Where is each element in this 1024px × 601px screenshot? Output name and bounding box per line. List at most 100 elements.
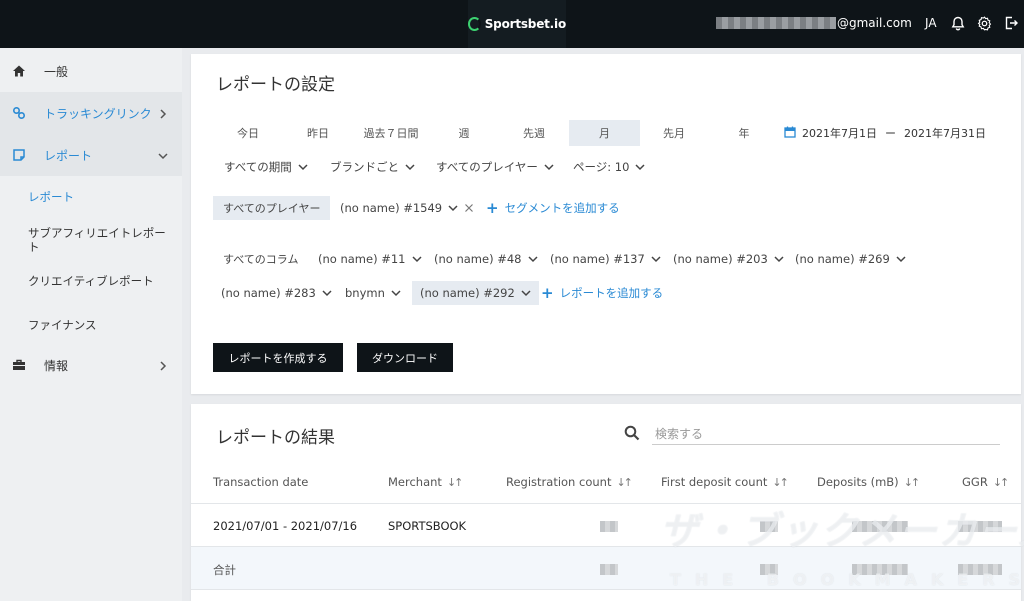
column-select[interactable]: bnymn: [345, 281, 401, 305]
chevron-down-icon: [635, 164, 645, 171]
add-report-label: レポートを追加する: [559, 286, 664, 300]
chevron-right-icon: [158, 108, 168, 119]
create-report-button[interactable]: レポートを作成する: [213, 343, 343, 372]
sidebar-subitem-report[interactable]: レポート: [28, 190, 168, 204]
column-header-registration-count[interactable]: Registration count ↓↑: [506, 475, 633, 489]
column-select[interactable]: (no name) #269: [795, 247, 906, 271]
column-header-label: Registration count: [506, 475, 612, 489]
column-select[interactable]: (no name) #203: [673, 247, 784, 271]
dropdown-label: bnymn: [345, 286, 385, 300]
bell-icon[interactable]: [949, 14, 967, 32]
column-header-label: Merchant: [388, 475, 442, 489]
column-header-label: GGR: [962, 475, 988, 489]
calendar-icon: [784, 126, 796, 141]
add-segment-link[interactable]: + セグメントを追加する: [486, 200, 620, 216]
chevron-right-icon: [158, 360, 168, 371]
chevron-down-icon: [448, 205, 458, 212]
sidebar-subitem-sub-affiliate-report[interactable]: サブアフィリエイトレポート: [28, 226, 168, 254]
report-icon: [12, 148, 26, 162]
segment-select[interactable]: (no name) #1549: [340, 196, 474, 220]
chevron-down-icon: [774, 256, 784, 263]
search-underline: [652, 444, 1000, 445]
sidebar-item-tracking-links[interactable]: トラッキングリンク: [0, 92, 182, 134]
period-last-month[interactable]: 先月: [646, 120, 702, 146]
column-header-ggr[interactable]: GGR ↓↑: [962, 475, 1009, 489]
add-report-column-link[interactable]: + レポートを追加する: [541, 285, 663, 301]
total-label: 合計: [213, 563, 236, 577]
gear-icon[interactable]: [975, 14, 993, 32]
sidebar-item-info[interactable]: 情報: [0, 344, 182, 386]
close-icon[interactable]: [464, 203, 474, 213]
watermark-text: ザ・ブックメーカーズ: [660, 509, 1024, 553]
period-yesterday[interactable]: 昨日: [290, 120, 346, 146]
sort-icon: ↓↑: [446, 475, 464, 489]
chevron-down-icon: [391, 290, 401, 297]
link-icon: [12, 106, 26, 120]
dropdown-label: すべての期間: [224, 160, 292, 174]
home-icon: [12, 64, 26, 78]
period-last-week[interactable]: 先週: [506, 120, 562, 146]
column-select[interactable]: (no name) #11: [318, 247, 422, 271]
chevron-down-icon: [411, 256, 422, 263]
search-icon[interactable]: [624, 425, 640, 441]
column-header-first-deposit-count[interactable]: First deposit count ↓↑: [661, 475, 789, 489]
logo-text: Sportsbet.io: [484, 17, 566, 31]
column-select[interactable]: (no name) #283: [221, 281, 332, 305]
dropdown-label: (no name) #11: [318, 252, 406, 266]
download-button[interactable]: ダウンロード: [357, 343, 453, 372]
logo[interactable]: Sportsbet.io: [468, 0, 566, 48]
logout-icon[interactable]: [1002, 14, 1020, 32]
dropdown-label: (no name) #48: [434, 252, 522, 266]
sort-icon: ↓↑: [616, 475, 633, 489]
dropdown-label: ページ: 10: [573, 160, 630, 174]
period-last-7-days[interactable]: 過去７日間: [355, 120, 427, 146]
dropdown-label: (no name) #269: [795, 252, 890, 266]
period-today[interactable]: 今日: [220, 120, 276, 146]
email-redacted: [716, 17, 836, 29]
search-input[interactable]: 検索する: [655, 425, 703, 442]
dropdown-label: (no name) #1549: [340, 201, 443, 215]
chevron-down-icon: [322, 290, 332, 297]
sidebar-item-label: トラッキングリンク: [44, 106, 152, 121]
dropdown-label: (no name) #283: [221, 286, 316, 300]
column-header-merchant[interactable]: Merchant ↓↑: [388, 475, 464, 489]
dropdown-label: (no name) #292: [420, 286, 515, 300]
sidebar: 一般 トラッキングリンク レポート レポート サブアフィリエイトレポート クリエ…: [0, 48, 182, 601]
filter-brand-dropdown[interactable]: ブランドごと: [330, 155, 415, 179]
column-header-deposits[interactable]: Deposits (mB) ↓↑: [817, 475, 921, 489]
segment-chip-all-players[interactable]: すべてのプレイヤー: [213, 196, 331, 220]
watermark-subtext: THE BOOKMAKERS: [670, 570, 1024, 589]
column-select-active[interactable]: (no name) #292: [412, 281, 539, 305]
sidebar-item-reports[interactable]: レポート: [0, 134, 182, 176]
filter-page-size-dropdown[interactable]: ページ: 10: [573, 155, 645, 179]
sidebar-subitem-finance[interactable]: ファイナンス: [28, 318, 168, 332]
plus-icon: +: [486, 198, 499, 217]
column-select[interactable]: (no name) #48: [434, 247, 538, 271]
sidebar-subitem-creative-report[interactable]: クリエイティブレポート: [28, 274, 168, 288]
date-range-picker[interactable]: 2021年7月1日 ー 2021年7月31日: [784, 125, 986, 141]
column-header-label: First deposit count: [661, 475, 768, 489]
top-bar: Sportsbet.io @gmail.com JA: [0, 0, 1024, 48]
filter-period-dropdown[interactable]: すべての期間: [224, 155, 308, 179]
chevron-down-icon: [521, 290, 531, 297]
chevron-down-icon: [544, 164, 554, 171]
period-year[interactable]: 年: [716, 120, 772, 146]
date-from: 2021年7月1日: [802, 127, 877, 140]
briefcase-icon: [12, 358, 26, 372]
column-select[interactable]: (no name) #137: [550, 247, 661, 271]
columns-label: すべてのコラム: [223, 253, 299, 266]
column-header-label: Deposits (mB): [817, 475, 899, 489]
period-month[interactable]: 月: [569, 120, 640, 146]
language-switch[interactable]: JA: [925, 16, 937, 30]
sidebar-item-general[interactable]: 一般: [0, 50, 182, 92]
column-header-transaction-date[interactable]: Transaction date: [213, 475, 308, 489]
dropdown-label: ブランドごと: [330, 160, 399, 174]
sort-icon: ↓↑: [903, 475, 921, 489]
cell-transaction-date: 2021/07/01 - 2021/07/16: [213, 519, 358, 533]
total-registration-count-redacted: [600, 564, 618, 575]
period-week[interactable]: 週: [436, 120, 492, 146]
filter-players-dropdown[interactable]: すべてのプレイヤー: [436, 155, 554, 179]
columns-all-label: すべてのコラム: [223, 247, 298, 271]
sidebar-item-label: 一般: [44, 64, 69, 79]
user-email: @gmail.com: [837, 16, 912, 30]
